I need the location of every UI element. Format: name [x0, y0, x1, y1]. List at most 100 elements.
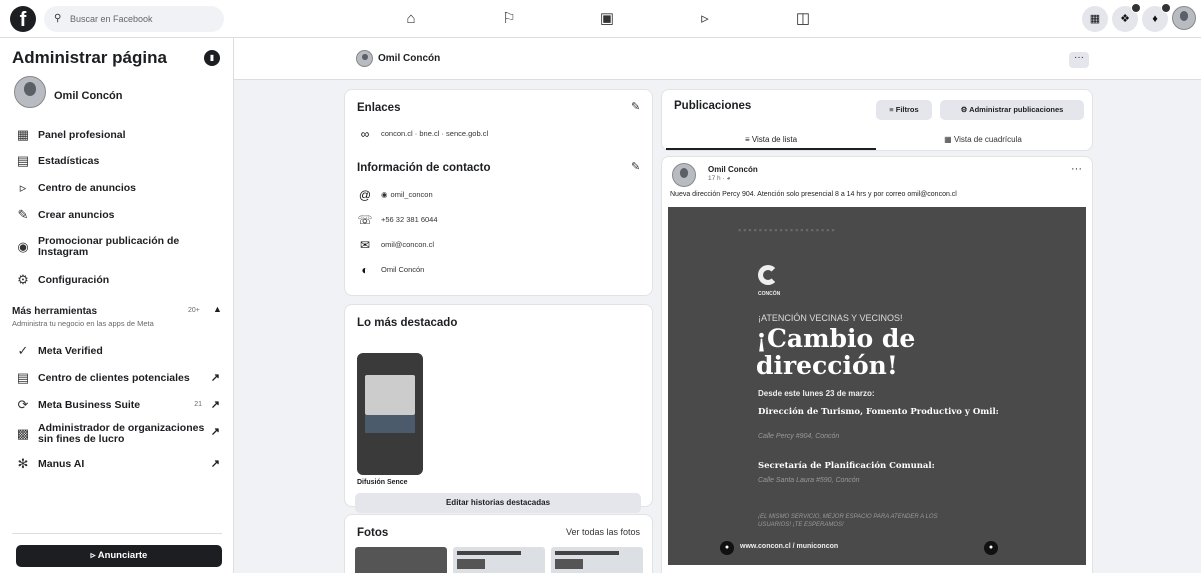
- post-text: Nueva dirección Percy 904. Atención solo…: [670, 191, 957, 198]
- posts-title: Publicaciones: [674, 100, 752, 112]
- image-address-2: Calle Santa Laura #590, Concón: [758, 477, 860, 484]
- grid-icon[interactable]: ▦: [1082, 6, 1108, 32]
- photo-thumbnail[interactable]: [355, 547, 447, 573]
- promote-button[interactable]: ▹ Anunciarte: [16, 545, 222, 567]
- external-link-icon: ↗: [210, 372, 220, 384]
- filters-button-label: Filtros: [895, 105, 919, 114]
- manus-icon: ✻: [17, 456, 29, 471]
- sidebar-item-statistics[interactable]: ▤ Estadísticas: [12, 150, 226, 172]
- image-slogan: ¡EL MISMO SERVICIO, MEJOR ESPACIO PARA A…: [758, 514, 938, 528]
- post-more-options-icon[interactable]: ···: [1071, 163, 1082, 175]
- external-link-icon: ↗: [210, 458, 220, 470]
- sidebar-item-manus-ai[interactable]: ✻ Manus AI ↗: [12, 453, 226, 475]
- tab-grid-view[interactable]: ▦ Vista de cuadrícula: [878, 130, 1088, 150]
- at-icon: @: [358, 188, 372, 203]
- more-tools-title[interactable]: Más herramientas: [12, 306, 97, 317]
- grid-icon: ▦: [944, 135, 954, 144]
- sidebar-item-label: Configuración: [38, 274, 110, 286]
- photo-detail: [457, 551, 522, 555]
- sidebar-item-promote-instagram[interactable]: ◉ Promocionar publicación de Instagram: [12, 234, 226, 260]
- leads-icon: ▤: [16, 370, 30, 385]
- contact-text: omil_concon: [390, 190, 433, 200]
- sidebar-item-business-suite[interactable]: ⟳ Meta Business Suite 21 ↗: [12, 394, 226, 416]
- image-top-banner: ▪▪▪▪▪▪▪▪▪▪▪▪▪▪▪▪▪▪▪: [738, 225, 837, 235]
- tab-list-view[interactable]: ≡ Vista de lista: [666, 130, 876, 150]
- photo-thumbnail[interactable]: [551, 547, 643, 573]
- promote-button-label: Anunciarte: [97, 550, 148, 561]
- posts-header-card: Publicaciones ≡ Filtros ⚙ Administrar pu…: [662, 90, 1092, 150]
- contact-row-instagram[interactable]: @ ◉ omil_concon: [357, 187, 433, 203]
- page-avatar[interactable]: [14, 76, 46, 108]
- messenger-icon: ◐: [361, 263, 369, 278]
- search-input[interactable]: ⚲ Buscar en Facebook: [44, 6, 224, 32]
- contact-row-email[interactable]: ✉ omil@concon.cl: [357, 237, 434, 253]
- home-icon[interactable]: ⌂: [400, 9, 422, 29]
- highlight-story-thumbnail[interactable]: [357, 353, 423, 475]
- item-count: 21: [194, 401, 202, 408]
- page-avatar[interactable]: [356, 50, 373, 67]
- dashboard-icon: ▦: [16, 127, 30, 142]
- phone-icon: ☏: [357, 213, 373, 228]
- sidebar-item-label: Manus AI: [38, 458, 85, 470]
- headline-line: dirección!: [756, 351, 898, 380]
- edit-pencil-icon[interactable]: ✎: [631, 100, 640, 113]
- profile-icon[interactable]: [1172, 6, 1196, 30]
- facebook-logo-icon[interactable]: f: [10, 6, 36, 32]
- contact-row-messenger[interactable]: ◐ Omil Concón: [357, 262, 424, 278]
- contact-row-phone[interactable]: ☏ +56 32 381 6044: [357, 212, 437, 228]
- sidebar-item-settings[interactable]: ⚙ Configuración: [12, 269, 226, 291]
- megaphone-icon[interactable]: ▹: [694, 9, 716, 29]
- photo-thumbnail[interactable]: [453, 547, 545, 573]
- sidebar-item-label: Meta Business Suite: [38, 399, 141, 411]
- links-row[interactable]: ∞ concon.cl · bne.cl · sence.gob.cl: [357, 126, 488, 142]
- instagram-icon: ◉: [17, 239, 29, 254]
- image-footer: www.concon.cl / municoncon: [740, 543, 839, 550]
- sidebar-item-professional-dashboard[interactable]: ▦ Panel profesional: [12, 124, 226, 146]
- manage-posts-button[interactable]: ⚙ Administrar publicaciones: [940, 100, 1084, 120]
- post-card: Omil Concón 17 h · ◕ ··· Nueva dirección…: [662, 157, 1092, 573]
- sidebar-item-ads-center[interactable]: ▹ Centro de anuncios: [12, 177, 226, 199]
- business-suite-icon: ⟳: [17, 397, 29, 412]
- sidebar-item-label: Centro de anuncios: [38, 182, 137, 194]
- video-icon[interactable]: ▣: [596, 9, 618, 29]
- post-timestamp[interactable]: 17 h · ◕: [708, 175, 730, 182]
- sidebar-item-label: Promocionar publicación de Instagram: [38, 235, 180, 258]
- list-icon: ≡: [744, 135, 752, 144]
- sidebar-toggle-icon[interactable]: ▮: [204, 50, 220, 66]
- photos-title: Fotos: [357, 527, 389, 539]
- more-options-button[interactable]: ···: [1069, 52, 1089, 68]
- image-since: Desde este lunes 23 de marzo:: [758, 389, 875, 398]
- notification-badge: [1161, 3, 1171, 13]
- sidebar-item-leads-center[interactable]: ▤ Centro de clientes potenciales ↗: [12, 367, 226, 389]
- nonprofit-icon: ▩: [16, 426, 30, 441]
- see-all-photos-link[interactable]: Ver todas las fotos: [566, 527, 640, 537]
- sidebar-item-nonprofit-manager[interactable]: ▩ Administrador de organizaciones sin fi…: [12, 421, 226, 447]
- page-name[interactable]: Omil Concón: [378, 53, 440, 64]
- edit-pencil-icon[interactable]: ✎: [631, 160, 640, 173]
- post-author-avatar[interactable]: [672, 163, 696, 187]
- photos-card: Fotos Ver todas las fotos: [345, 515, 652, 573]
- sidebar-item-meta-verified[interactable]: ✓ Meta Verified: [12, 340, 226, 362]
- more-tools-subtitle: Administra tu negocio en las apps de Met…: [12, 319, 154, 328]
- info-card: Enlaces ✎ ∞ concon.cl · bne.cl · sence.go…: [345, 90, 652, 295]
- logo-text: CONCÓN: [758, 291, 781, 297]
- messenger-icon[interactable]: ❖: [1112, 3, 1141, 32]
- chevron-up-icon[interactable]: ▲: [213, 304, 222, 314]
- sidebar-item-create-ads[interactable]: ✎ Crear anuncios: [12, 204, 226, 226]
- bell-icon[interactable]: ♦: [1142, 3, 1171, 32]
- calendar-icon[interactable]: ◫: [792, 9, 814, 29]
- flag-icon[interactable]: ⚐: [498, 9, 520, 29]
- megaphone-icon: ▹: [90, 550, 98, 561]
- post-author[interactable]: Omil Concón: [708, 165, 758, 174]
- sidebar-page-name[interactable]: Omil Concón: [54, 90, 122, 102]
- megaphone-icon: ▹: [19, 180, 27, 195]
- edit-highlights-button[interactable]: Editar historias destacadas: [355, 493, 641, 513]
- post-image[interactable]: ▪▪▪▪▪▪▪▪▪▪▪▪▪▪▪▪▪▪▪ CONCÓN ¡ATENCIÓN VEC…: [668, 207, 1086, 565]
- notification-badge: [1131, 3, 1141, 13]
- tab-label: Vista de cuadrícula: [953, 135, 1022, 144]
- filters-button[interactable]: ≡ Filtros: [876, 100, 932, 120]
- sidebar-item-label: Centro de clientes potenciales: [38, 372, 190, 384]
- photo-detail: [555, 551, 620, 555]
- links-text: concon.cl · bne.cl · sence.gob.cl: [381, 129, 489, 139]
- photo-detail: [555, 559, 583, 569]
